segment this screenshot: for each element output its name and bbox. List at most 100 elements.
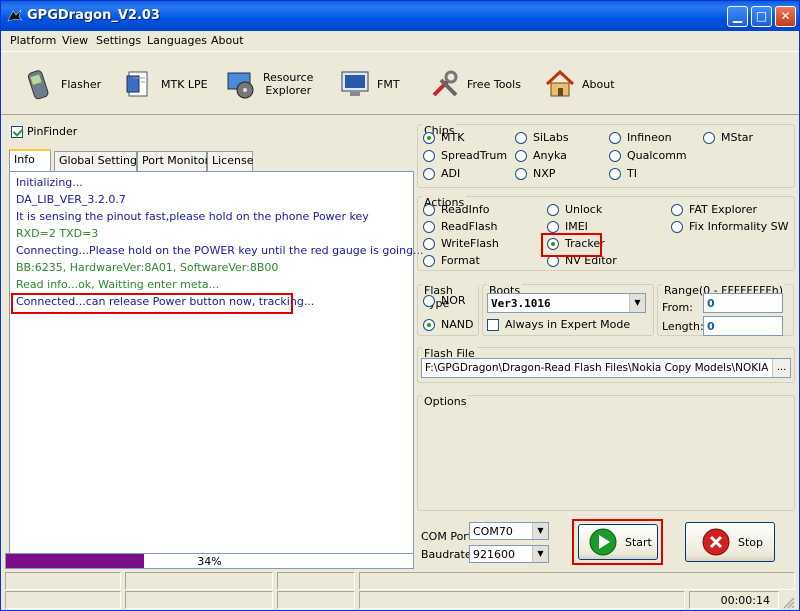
action-radio-fix-informality-sw[interactable]: Fix Informality SW — [671, 220, 788, 233]
status-pane — [359, 572, 795, 590]
radio-dot — [423, 254, 435, 267]
action-label: WriteFlash — [441, 237, 499, 250]
free-tools-label: Free Tools — [467, 77, 521, 91]
document-icon — [126, 71, 148, 97]
chip-label: Anyka — [533, 149, 567, 162]
from-input[interactable]: 0 — [703, 293, 783, 313]
chip-radio-ti[interactable]: TI — [609, 167, 637, 180]
stop-button[interactable]: Stop — [685, 522, 775, 562]
chip-label: MTK — [441, 131, 465, 144]
title-bar[interactable]: GPGDragon_V2.03 ▁ □ ✕ — [1, 1, 799, 31]
action-radio-writeflash[interactable]: WriteFlash — [423, 237, 499, 250]
free-tools-tool-button[interactable]: Free Tools — [429, 62, 521, 106]
chip-label: MStar — [721, 131, 754, 144]
com-port-select[interactable]: COM70 ▼ — [469, 522, 549, 540]
from-value: 0 — [707, 297, 715, 310]
tab-license[interactable]: License — [207, 151, 253, 171]
chip-radio-qualcomm[interactable]: Qualcomm — [609, 149, 687, 162]
radio-dot — [609, 131, 621, 144]
menu-platform[interactable]: Platform — [10, 34, 56, 47]
action-radio-fat-explorer[interactable]: FAT Explorer — [671, 203, 757, 216]
boots-select[interactable]: Ver3.1016 ▼ — [487, 293, 646, 313]
action-radio-unlock[interactable]: Unlock — [547, 203, 602, 216]
pinfinder-check-icon — [11, 126, 23, 138]
mtk-lpe-label: MTK LPE — [161, 77, 208, 91]
chevron-down-icon: ▼ — [629, 294, 645, 312]
baudrate-value: 921600 — [473, 548, 515, 561]
chip-radio-infineon[interactable]: Infineon — [609, 131, 672, 144]
resource-explorer-tool-button[interactable]: Resource Explorer — [225, 62, 313, 106]
window-title: GPGDragon_V2.03 — [27, 8, 160, 23]
baudrate-select[interactable]: 921600 ▼ — [469, 545, 549, 563]
com-port-label: COM Port — [421, 530, 473, 543]
tab-info[interactable]: Info — [9, 149, 51, 171]
tab-global-settings[interactable]: Global Settings — [54, 151, 143, 171]
pinfinder-checkbox[interactable]: PinFinder — [11, 125, 77, 138]
radio-nand[interactable]: NAND — [423, 318, 473, 331]
log-line: BB:6235, HardwareVer:8A01, SoftwareVer:8… — [16, 261, 279, 274]
menu-about[interactable]: About — [211, 34, 244, 47]
action-radio-format[interactable]: Format — [423, 254, 480, 267]
flasher-tool-button[interactable]: Flasher — [23, 62, 101, 106]
tools-icon — [432, 70, 458, 97]
tracker-highlight — [541, 233, 602, 257]
left-panel: PinFinder Info Global Settings Port Moni… — [5, 119, 424, 569]
nand-label: NAND — [441, 318, 474, 331]
radio-dot — [423, 237, 435, 250]
status-pane — [125, 591, 273, 609]
app-window: GPGDragon_V2.03 ▁ □ ✕ Platform View Sett… — [0, 0, 800, 611]
menu-settings[interactable]: Settings — [96, 34, 141, 47]
resource-explorer-label: Resource Explorer — [263, 71, 313, 97]
progress-text: 34% — [197, 555, 222, 568]
log-line: Initializing... — [16, 176, 83, 189]
close-icon: ✕ — [780, 9, 791, 23]
about-label: About — [582, 77, 615, 91]
radio-dot — [423, 203, 435, 216]
phone-icon — [27, 70, 49, 100]
chip-radio-mtk[interactable]: MTK — [423, 131, 464, 144]
status-pane — [277, 572, 355, 590]
chip-radio-anyka[interactable]: Anyka — [515, 149, 567, 162]
status-pane — [5, 572, 121, 590]
radio-dot — [703, 131, 715, 144]
chip-radio-nxp[interactable]: NXP — [515, 167, 555, 180]
about-tool-button[interactable]: About — [544, 62, 615, 106]
pinfinder-label: PinFinder — [27, 125, 78, 138]
close-button[interactable]: ✕ — [775, 6, 796, 27]
resize-grip-icon[interactable] — [783, 597, 795, 609]
maximize-button[interactable]: □ — [751, 6, 772, 27]
maximize-icon: □ — [755, 9, 768, 23]
radio-dot — [609, 149, 621, 162]
minimize-icon: ▁ — [732, 9, 743, 23]
chip-radio-mstar[interactable]: MStar — [703, 131, 753, 144]
menu-languages[interactable]: Languages — [147, 34, 207, 47]
action-radio-imei[interactable]: IMEI — [547, 220, 588, 233]
action-label: Format — [441, 254, 480, 267]
action-radio-readflash[interactable]: ReadFlash — [423, 220, 497, 233]
tab-port-monitor[interactable]: Port Monitor — [137, 151, 209, 171]
chip-radio-adi[interactable]: ADI — [423, 167, 460, 180]
house-icon — [545, 69, 575, 97]
radio-nor[interactable]: NOR — [423, 294, 466, 307]
length-input[interactable]: 0 — [703, 316, 783, 336]
mtk-lpe-tool-button[interactable]: MTK LPE — [123, 62, 208, 106]
menu-view[interactable]: View — [62, 34, 88, 47]
chip-radio-silabs[interactable]: SiLabs — [515, 131, 569, 144]
expert-mode-checkbox[interactable]: Always in Expert Mode — [487, 318, 630, 331]
fmt-tool-button[interactable]: FMT — [339, 62, 400, 106]
log-line: Read info...ok, Waitting enter meta... — [16, 278, 220, 291]
browse-button[interactable]: ... — [772, 359, 790, 377]
monitor-icon — [341, 71, 369, 96]
expert-mode-label: Always in Expert Mode — [505, 318, 631, 331]
flash-file-path[interactable]: F:\GPGDragon\Dragon-Read Flash Files\Nok… — [421, 358, 791, 378]
radio-dot — [515, 131, 527, 144]
minimize-button[interactable]: ▁ — [727, 6, 748, 27]
log-output[interactable]: Initializing... DA_LIB_VER_3.2.0.7 It is s… — [9, 171, 424, 554]
start-button[interactable]: Start — [578, 524, 658, 560]
dragon-app-icon — [7, 9, 23, 22]
start-label: Start — [625, 535, 652, 549]
chip-radio-spreadtrum[interactable]: SpreadTrum — [423, 149, 507, 162]
chip-label: TI — [627, 167, 637, 180]
action-radio-readinfo[interactable]: ReadInfo — [423, 203, 489, 216]
status-pane — [359, 591, 685, 609]
